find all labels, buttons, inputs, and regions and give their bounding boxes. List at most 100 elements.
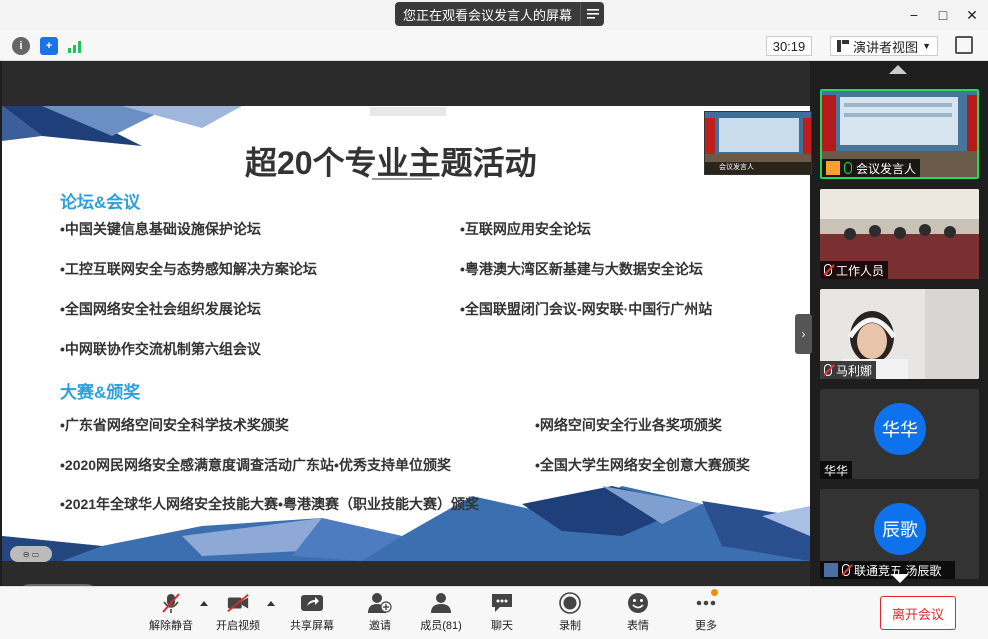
info-icon[interactable]: i [12,37,30,55]
video-off-icon [226,592,250,614]
person-icon [824,563,838,577]
unmute-label: 解除静音 [149,620,193,632]
share-banner-text: 您正在观看会议发言人的屏幕 [403,7,573,23]
section-title-forums: 论坛&会议 [60,193,141,212]
meeting-controls: 解除静音 开启视频 共享屏幕 邀请 成员(81) 聊天 录制 表情 更多 离开会… [0,586,988,639]
chevron-down-icon[interactable] [891,574,909,583]
participant-name-bar: 会议发言人 [822,159,921,177]
title-bar: 您正在观看会议发言人的屏幕 − □ ✕ [0,0,988,30]
record-label: 录制 [559,620,581,632]
reactions-button[interactable]: 表情 [610,592,666,636]
start-video-button[interactable]: 开启视频 [210,592,266,636]
title-divider [372,178,432,180]
close-icon: ✕ [966,6,978,23]
participant-tile[interactable]: 华华 华华 [820,389,979,479]
start-video-label: 开启视频 [216,620,260,632]
participant-name: 工作人员 [836,263,885,278]
chevron-right-icon[interactable]: › [795,314,812,354]
list-menu-icon[interactable] [580,2,604,26]
thumbnail-label: 会议发言人 [705,162,811,174]
participant-name: 马利娜 [836,363,873,378]
minimize-button[interactable]: − [905,6,923,24]
leave-meeting-button[interactable]: 离开会议 [880,596,956,630]
close-button[interactable]: ✕ [963,6,981,24]
list-item: •粤港澳大湾区新基建与大数据安全论坛 [460,261,703,277]
notification-dot [711,589,718,596]
more-button[interactable]: 更多 [678,589,734,636]
participant-name-bar: 华华 [820,461,853,479]
video-options-caret-icon[interactable] [267,601,275,606]
share-screen-icon [300,592,324,614]
shield-icon[interactable]: + [40,37,58,55]
mic-muted-icon [824,364,832,376]
chevron-down-icon: ▼ [922,41,931,51]
invite-icon [368,592,392,614]
minimize-icon: − [909,7,919,23]
presentation-slide: 超20个专业主题活动 论坛&会议 •中国关键信息基础设施保护论坛 •互联网应用安… [2,106,810,561]
list-item: •网络空间安全行业各奖项颁奖 [535,417,722,433]
list-item: •全国联盟闭门会议-网安联·中国行广州站 [460,301,713,317]
zoom-window: 您正在观看会议发言人的屏幕 − □ ✕ i + 30:19 演讲者视图 ▼ 超2… [0,0,988,639]
invite-button[interactable]: 邀请 [352,592,408,636]
avatar: 辰歌 [874,503,926,555]
view-switch-label: 演讲者视图 [853,39,919,55]
avatar [826,161,840,175]
maximize-button[interactable]: □ [934,6,952,24]
chat-label: 聊天 [491,620,513,632]
chat-icon [490,592,514,614]
participant-tile[interactable]: 会议发言人 [820,89,979,179]
unmute-button[interactable]: 解除静音 [143,592,199,636]
participants-button[interactable]: 成员(81) [413,592,469,636]
participant-tile[interactable]: 工作人员 [820,189,979,279]
participant-name-bar: 马利娜 [820,361,877,379]
fullscreen-icon[interactable] [955,36,973,54]
list-item: •工控互联网安全与态势感知解决方案论坛 [60,261,317,277]
meeting-id-bar [370,107,446,116]
participant-tile[interactable]: 马利娜 [820,289,979,379]
list-item: •互联网应用安全论坛 [460,221,591,237]
list-item: •全国网络安全社会组织发展论坛 [60,301,261,317]
list-item: •2020网民网络安全感满意度调查活动广东站•优秀支持单位颁奖 [60,457,451,473]
list-item: •广东省网络空间安全科学技术奖颁奖 [60,417,289,433]
mic-muted-icon [842,564,850,576]
list-item: •全国大学生网络安全创意大赛颁奖 [535,457,750,473]
list-item: •2021年全球华人网络安全技能大赛•粤港澳赛（职业技能大赛）颁奖 [60,496,479,512]
maximize-icon: □ [938,7,948,23]
mic-muted-icon [824,264,832,276]
avatar: 华华 [874,403,926,455]
share-screen-label: 共享屏幕 [290,620,334,632]
meeting-toolbar: i + 30:19 演讲者视图 ▼ [0,30,988,61]
record-button[interactable]: 录制 [542,592,598,636]
invite-label: 邀请 [369,620,391,632]
participant-name: 华华 [824,463,849,478]
reactions-label: 表情 [627,620,649,632]
more-icon [694,589,718,614]
participants-icon [429,592,453,614]
meeting-timer: 30:19 [766,36,812,56]
view-switch-button[interactable]: 演讲者视图 ▼ [830,36,938,56]
participant-name-bar: 工作人员 [820,261,889,279]
share-banner[interactable]: 您正在观看会议发言人的屏幕 [395,2,605,26]
record-icon [558,592,582,614]
mic-muted-icon [159,592,183,614]
speaker-thumbnail[interactable]: 会议发言人 [704,111,812,175]
speaker-view-icon [837,40,849,52]
participant-tile[interactable]: 辰歌 联通竞五 汤辰歌 [820,489,979,579]
chevron-up-icon[interactable] [889,65,907,74]
audio-options-caret-icon[interactable] [200,601,208,606]
emoji-icon [626,592,650,614]
participants-label: 成员(81) [420,620,462,632]
floating-controls-pill[interactable]: ⊖ ▭ [10,546,52,562]
shared-screen: 超20个专业主题活动 论坛&会议 •中国关键信息基础设施保护论坛 •互联网应用安… [2,61,812,612]
participant-name: 会议发言人 [856,161,917,176]
participants-gallery: 会议发言人 工作人员 马利娜 华华 华华 辰歌 联通竞五 汤辰歌 [812,61,988,586]
participant-name-bar: 联通竞五 汤辰歌 [820,561,955,579]
signal-icon[interactable] [67,37,85,55]
chat-button[interactable]: 聊天 [474,592,530,636]
share-screen-button[interactable]: 共享屏幕 [284,592,340,636]
section-title-awards: 大赛&颁奖 [60,383,141,402]
list-item: •中网联协作交流机制第六组会议 [60,341,261,357]
mic-icon [844,162,852,174]
more-label: 更多 [695,620,717,632]
list-item: •中国关键信息基础设施保护论坛 [60,221,261,237]
